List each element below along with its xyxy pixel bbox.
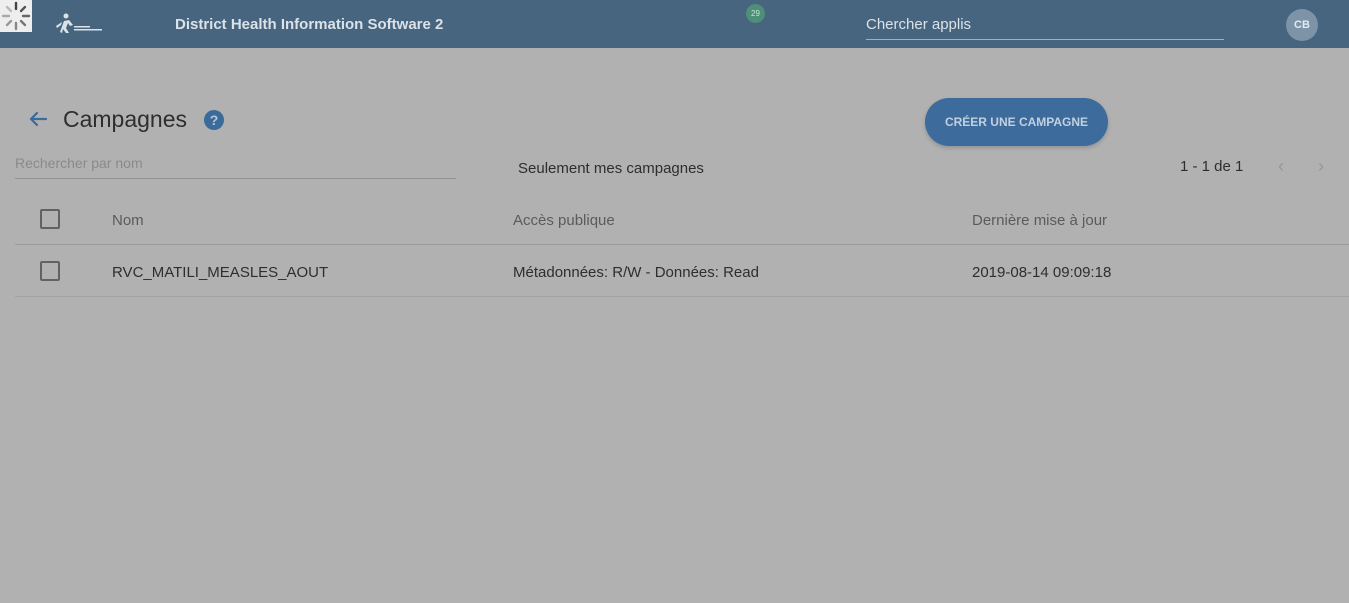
notification-badge[interactable]: 29 <box>746 4 765 23</box>
back-arrow-icon[interactable] <box>26 107 52 131</box>
loading-spinner-icon <box>0 0 32 32</box>
table-row[interactable]: RVC_MATILI_MEASLES_AOUT Métadonnées: R/W… <box>15 248 1349 297</box>
search-placeholder: Rechercher par nom <box>15 155 143 171</box>
column-header-public-access[interactable]: Accès publique <box>513 212 615 229</box>
app-title: District Health Information Software 2 <box>175 16 444 33</box>
row-select-checkbox[interactable] <box>40 261 60 281</box>
column-header-last-updated[interactable]: Dernière mise à jour <box>972 212 1107 229</box>
app-search-input[interactable]: Chercher applis <box>866 9 1224 40</box>
help-icon[interactable]: ? <box>204 110 224 130</box>
campaign-name: RVC_MATILI_MEASLES_AOUT <box>112 264 329 281</box>
previous-page-icon[interactable]: ‹ <box>1272 156 1290 176</box>
only-my-campaigns-toggle[interactable]: Seulement mes campagnes <box>518 160 704 177</box>
campaign-last-updated: 2019-08-14 09:09:18 <box>972 264 1112 281</box>
table-header: Nom Accès publique Dernière mise à jour <box>15 196 1349 245</box>
user-avatar[interactable]: CB <box>1286 9 1318 41</box>
pagination-range: 1 - 1 de 1 <box>1180 158 1244 175</box>
next-page-icon[interactable]: › <box>1312 156 1330 176</box>
select-all-checkbox[interactable] <box>40 209 60 229</box>
app-search-placeholder: Chercher applis <box>866 16 972 33</box>
header-bar: District Health Information Software 2 2… <box>0 0 1349 48</box>
campaign-public-access: Métadonnées: R/W - Données: Read <box>513 264 759 281</box>
column-header-name[interactable]: Nom <box>112 212 144 229</box>
msf-logo[interactable] <box>54 12 104 36</box>
search-by-name-input[interactable]: Rechercher par nom <box>15 150 456 179</box>
page-title: Campagnes <box>63 106 188 132</box>
create-campaign-button[interactable]: CRÉER UNE CAMPAGNE <box>925 98 1108 146</box>
